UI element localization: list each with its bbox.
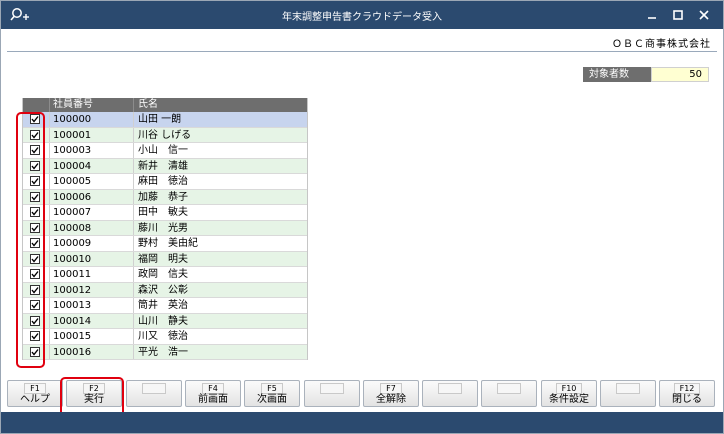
employee-no-cell: 100015 (49, 329, 133, 344)
employee-name-cell: 田中 敏夫 (133, 205, 307, 220)
table-row[interactable]: 100013 筒井 英治 (23, 298, 307, 314)
fkey-f12-button[interactable]: F12 閉じる (659, 380, 715, 407)
table-row[interactable]: 100011 政岡 信夫 (23, 267, 307, 283)
fkey-label: 前画面 (198, 394, 228, 405)
employee-name-cell: 山川 静夫 (133, 313, 307, 328)
table-row[interactable]: 100009 野村 美由紀 (23, 236, 307, 252)
table-row[interactable]: 100000 山田 一朗 (23, 112, 307, 128)
fkey-f7-button[interactable]: F7 全解除 (363, 380, 419, 407)
employee-no-cell: 100003 (49, 143, 133, 158)
table-row[interactable]: 100008 藤川 光男 (23, 220, 307, 236)
minimize-icon[interactable] (643, 6, 661, 24)
table-row[interactable]: 100003 小山 信一 (23, 143, 307, 159)
fkey-label: 閉じる (672, 394, 702, 405)
fkey-empty-button[interactable] (304, 380, 360, 407)
table-row[interactable]: 100010 福岡 明夫 (23, 251, 307, 267)
employee-name-cell: 川谷 しげる (133, 127, 307, 142)
header-divider (7, 51, 717, 52)
table-row[interactable]: 100001 川谷 しげる (23, 127, 307, 143)
fkey-number: F7 (380, 383, 402, 394)
fkey-number (320, 383, 344, 394)
employee-no-cell: 100012 (49, 282, 133, 297)
employee-table: 社員番号 氏名 100000 山田 一朗 100001 川谷 しげる 100003 小山 … (22, 98, 308, 360)
fkey-number: F10 (555, 383, 583, 394)
fkey-label: 次画面 (257, 394, 287, 405)
employee-name-cell: 加藤 恭子 (133, 189, 307, 204)
fkey-number: F4 (202, 383, 224, 394)
employee-name-cell: 小山 信一 (133, 143, 307, 158)
table-row[interactable]: 100016 平光 浩一 (23, 344, 307, 360)
header-name[interactable]: 氏名 (133, 98, 307, 112)
fkey-label: ヘルプ (20, 394, 50, 405)
header-check-column[interactable] (23, 98, 49, 112)
employee-no-cell: 100006 (49, 189, 133, 204)
employee-no-cell: 100009 (49, 236, 133, 251)
employee-name-cell: 山田 一朗 (133, 112, 307, 127)
employee-no-cell: 100008 (49, 220, 133, 235)
maximize-icon[interactable] (669, 6, 687, 24)
app-window: 年末調整申告書クラウドデータ受入 ＯＢＣ商事株式会社 対象者数 50 社員番号 … (0, 0, 724, 434)
employee-no-cell: 100005 (49, 174, 133, 189)
table-row[interactable]: 100014 山川 静夫 (23, 313, 307, 329)
employee-name-cell: 政岡 信夫 (133, 267, 307, 282)
fkey-number (616, 383, 640, 394)
employee-name-cell: 森沢 公彰 (133, 282, 307, 297)
employee-name-cell: 麻田 徳治 (133, 174, 307, 189)
fkey-f5-button[interactable]: F5 次画面 (244, 380, 300, 407)
fkey-f1-button[interactable]: F1 ヘルプ (7, 380, 63, 407)
employee-name-cell: 平光 浩一 (133, 344, 307, 359)
table-header: 社員番号 氏名 (23, 98, 307, 112)
target-count-value: 50 (651, 67, 709, 82)
fkey-number: F12 (673, 383, 701, 394)
employee-name-cell: 野村 美由紀 (133, 236, 307, 251)
fkey-number: F1 (24, 383, 46, 394)
window-title: 年末調整申告書クラウドデータ受入 (282, 12, 442, 23)
employee-no-cell: 100010 (49, 251, 133, 266)
employee-no-cell: 100004 (49, 158, 133, 173)
employee-no-cell: 100016 (49, 344, 133, 359)
employee-no-cell: 100013 (49, 298, 133, 313)
target-count-label: 対象者数 (583, 67, 651, 82)
employee-no-cell: 100001 (49, 127, 133, 142)
header-employee-no[interactable]: 社員番号 (49, 98, 133, 112)
fkey-f10-button[interactable]: F10 条件設定 (541, 380, 597, 407)
table-body: 100000 山田 一朗 100001 川谷 しげる 100003 小山 信一 100004… (23, 112, 307, 360)
employee-no-cell: 100007 (49, 205, 133, 220)
fkey-label: 条件設定 (549, 394, 589, 405)
table-row[interactable]: 100012 森沢 公彰 (23, 282, 307, 298)
fkey-empty-button[interactable] (126, 380, 182, 407)
checkbox-column-highlight (16, 112, 45, 368)
employee-no-cell: 100011 (49, 267, 133, 282)
fkey-empty-button[interactable] (481, 380, 537, 407)
fkey-f4-button[interactable]: F4 前画面 (185, 380, 241, 407)
table-row[interactable]: 100015 川又 徳治 (23, 329, 307, 345)
fkey-number: F5 (261, 383, 283, 394)
employee-no-cell: 100014 (49, 313, 133, 328)
fkey-empty-button[interactable] (422, 380, 478, 407)
fkey-number (497, 383, 521, 394)
employee-name-cell: 福岡 明夫 (133, 251, 307, 266)
table-row[interactable]: 100005 麻田 徳治 (23, 174, 307, 190)
employee-no-cell: 100000 (49, 112, 133, 127)
employee-name-cell: 川又 徳治 (133, 329, 307, 344)
status-bar (1, 412, 723, 433)
close-icon[interactable] (695, 6, 713, 24)
company-name: ＯＢＣ商事株式会社 (612, 39, 711, 50)
fkey-label: 全解除 (376, 394, 406, 405)
employee-name-cell: 新井 清雄 (133, 158, 307, 173)
title-bar: 年末調整申告書クラウドデータ受入 (1, 1, 723, 29)
fkey-empty-button[interactable] (600, 380, 656, 407)
fkey-number (142, 383, 166, 394)
table-row[interactable]: 100006 加藤 恭子 (23, 189, 307, 205)
employee-name-cell: 筒井 英治 (133, 298, 307, 313)
fkey-number (438, 383, 462, 394)
table-row[interactable]: 100007 田中 敏夫 (23, 205, 307, 221)
employee-name-cell: 藤川 光男 (133, 220, 307, 235)
table-row[interactable]: 100004 新井 清雄 (23, 158, 307, 174)
